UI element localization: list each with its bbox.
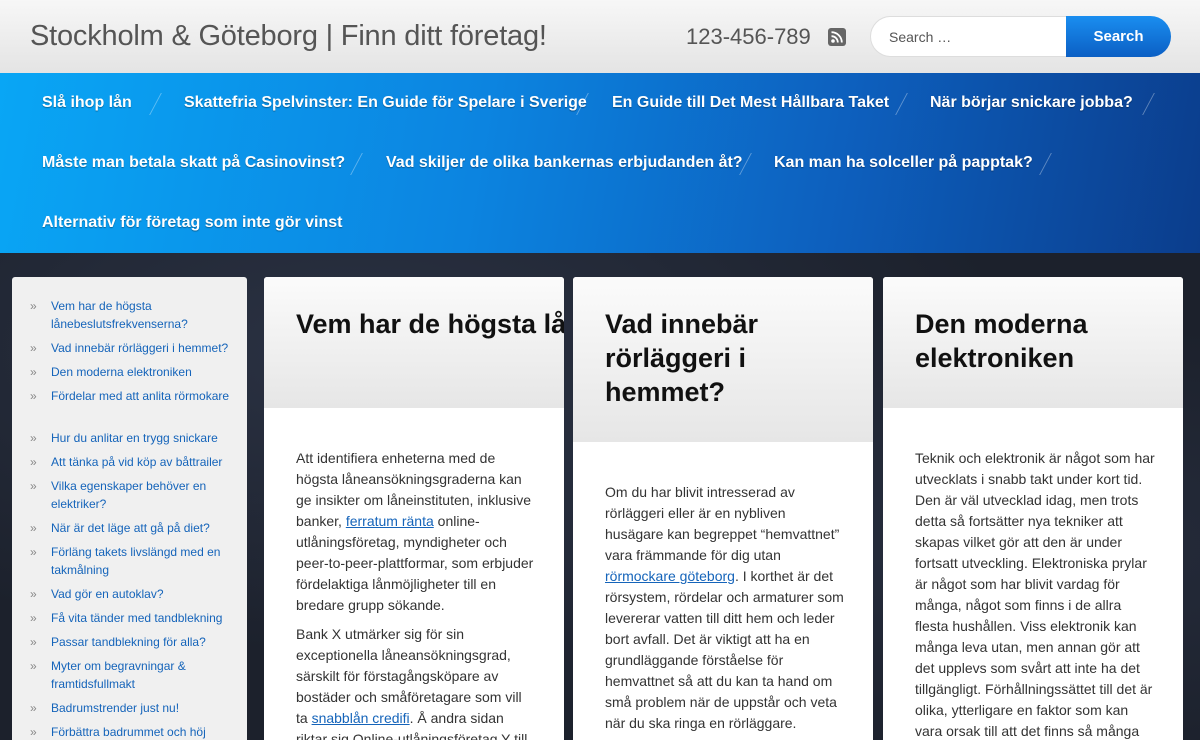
post-header: Vem har de högsta lånebeslutsfrekvensern… [264, 277, 564, 408]
nav-item-solceller-papptak[interactable]: Kan man ha solceller på papptak? [774, 133, 1033, 193]
post-inline-link[interactable]: ferratum ränta [346, 513, 434, 529]
site-title[interactable]: Stockholm & Göteborg | Finn ditt företag… [30, 20, 547, 53]
sidebar-link[interactable]: » Vad gör en autoklav? [30, 585, 240, 603]
nav-item-bankernas-erbjudanden[interactable]: Vad skiljer de olika bankernas erbjudand… [386, 133, 743, 193]
nav-separator [895, 93, 908, 115]
sidebar-recent-posts: » Vem har de högsta lånebeslutsfrekvenser… [12, 277, 247, 740]
chevron-icon: » [30, 341, 37, 355]
nav-item-skatt-casinovinst[interactable]: Måste man betala skatt på Casinovinst? [42, 133, 345, 193]
sidebar-link[interactable]: » Förbättra badrummet och höj [30, 723, 240, 740]
sidebar-link[interactable]: » Förläng takets livslängd med en takmåln… [30, 543, 240, 579]
nav-item-foretag-inte-vinst[interactable]: Alternativ för företag som inte gör vins… [42, 193, 342, 253]
post-header: Den moderna elektroniken [883, 277, 1183, 408]
chevron-icon: » [30, 299, 37, 313]
nav-item-snickare-jobba[interactable]: När börjar snickare jobba? [930, 73, 1133, 133]
chevron-icon: » [30, 455, 37, 469]
post-title[interactable]: Den moderna elektroniken [915, 307, 1135, 375]
sidebar-link[interactable]: » Vilka egenskaper behöver en elektriker? [30, 477, 240, 513]
search-button[interactable]: Search [1066, 16, 1171, 57]
sidebar-link[interactable]: » Att tänka på vid köp av båttrailer [30, 453, 240, 471]
chevron-icon: » [30, 611, 37, 625]
chevron-icon: » [30, 521, 37, 535]
sidebar-link[interactable]: » Vad innebär rörläggeri i hemmet? [30, 339, 240, 357]
nav-item-skattefria-spelvinster[interactable]: Skattefria Spelvinster: En Guide för Spe… [184, 73, 587, 133]
rss-icon[interactable] [828, 28, 846, 46]
nav-separator [1039, 153, 1052, 175]
nav-separator [350, 153, 363, 175]
post-excerpt: Om du har blivit intresserad av rörlägge… [605, 484, 844, 731]
chevron-icon: » [30, 587, 37, 601]
main-nav: Slå ihop lån Skattefria Spelvinster: En … [0, 73, 1200, 253]
nav-separator [1142, 93, 1155, 115]
post-excerpt: Teknik och elektronik är något som har u… [915, 450, 1155, 739]
sidebar-link[interactable]: » Passar tandblekning för alla? [30, 633, 240, 651]
sidebar-link[interactable]: » Badrumstrender just nu! [30, 699, 240, 717]
post-card: Vem har de högsta lånebeslutsfrekvensern… [264, 277, 564, 740]
phone-number: 123-456-789 [686, 24, 811, 49]
chevron-icon: » [30, 659, 37, 673]
sidebar-link[interactable]: » Myter om begravningar & framtidsfullmak… [30, 657, 240, 693]
post-card: Vad innebär rörläggeri i hemmet? Om du h… [573, 277, 873, 740]
sidebar-link[interactable]: » Vem har de högsta lånebeslutsfrekvenser… [30, 297, 240, 333]
search-form: Search [870, 16, 1171, 57]
sidebar-link[interactable]: » Hur du anlitar en trygg snickare [30, 429, 240, 447]
chevron-icon: » [30, 635, 37, 649]
chevron-icon: » [30, 389, 37, 403]
post-inline-link[interactable]: rörmockare göteborg [605, 568, 735, 584]
chevron-icon: » [30, 431, 37, 445]
post-excerpt: Att identifiera enheterna med de högsta … [296, 450, 534, 740]
sidebar-link[interactable]: » Den moderna elektroniken [30, 363, 240, 381]
sidebar-link[interactable]: » Få vita tänder med tandblekning [30, 609, 240, 627]
chevron-icon: » [30, 365, 37, 379]
nav-item-sla-ihop-lan[interactable]: Slå ihop lån [42, 73, 132, 133]
chevron-icon: » [30, 725, 37, 739]
sidebar-link[interactable]: » Fördelar med att anlita rörmokare [30, 387, 240, 405]
nav-separator [149, 93, 162, 115]
nav-item-hallbara-taket[interactable]: En Guide till Det Mest Hållbara Taket [612, 73, 889, 133]
post-title[interactable]: Vad innebär rörläggeri i hemmet? [605, 307, 805, 409]
post-header: Vad innebär rörläggeri i hemmet? [573, 277, 873, 442]
chevron-icon: » [30, 701, 37, 715]
sidebar-link[interactable]: » När är det läge att gå på diet? [30, 519, 240, 537]
chevron-icon: » [30, 479, 37, 493]
site-header: Stockholm & Göteborg | Finn ditt företag… [0, 0, 1200, 73]
post-card: Den moderna elektroniken Teknik och elek… [883, 277, 1183, 740]
post-title[interactable]: Vem har de högsta lånebeslutsfrekvensern… [296, 307, 564, 341]
post-inline-link[interactable]: snabblån credifi [312, 710, 410, 726]
chevron-icon: » [30, 545, 37, 559]
search-input[interactable] [870, 16, 1070, 57]
